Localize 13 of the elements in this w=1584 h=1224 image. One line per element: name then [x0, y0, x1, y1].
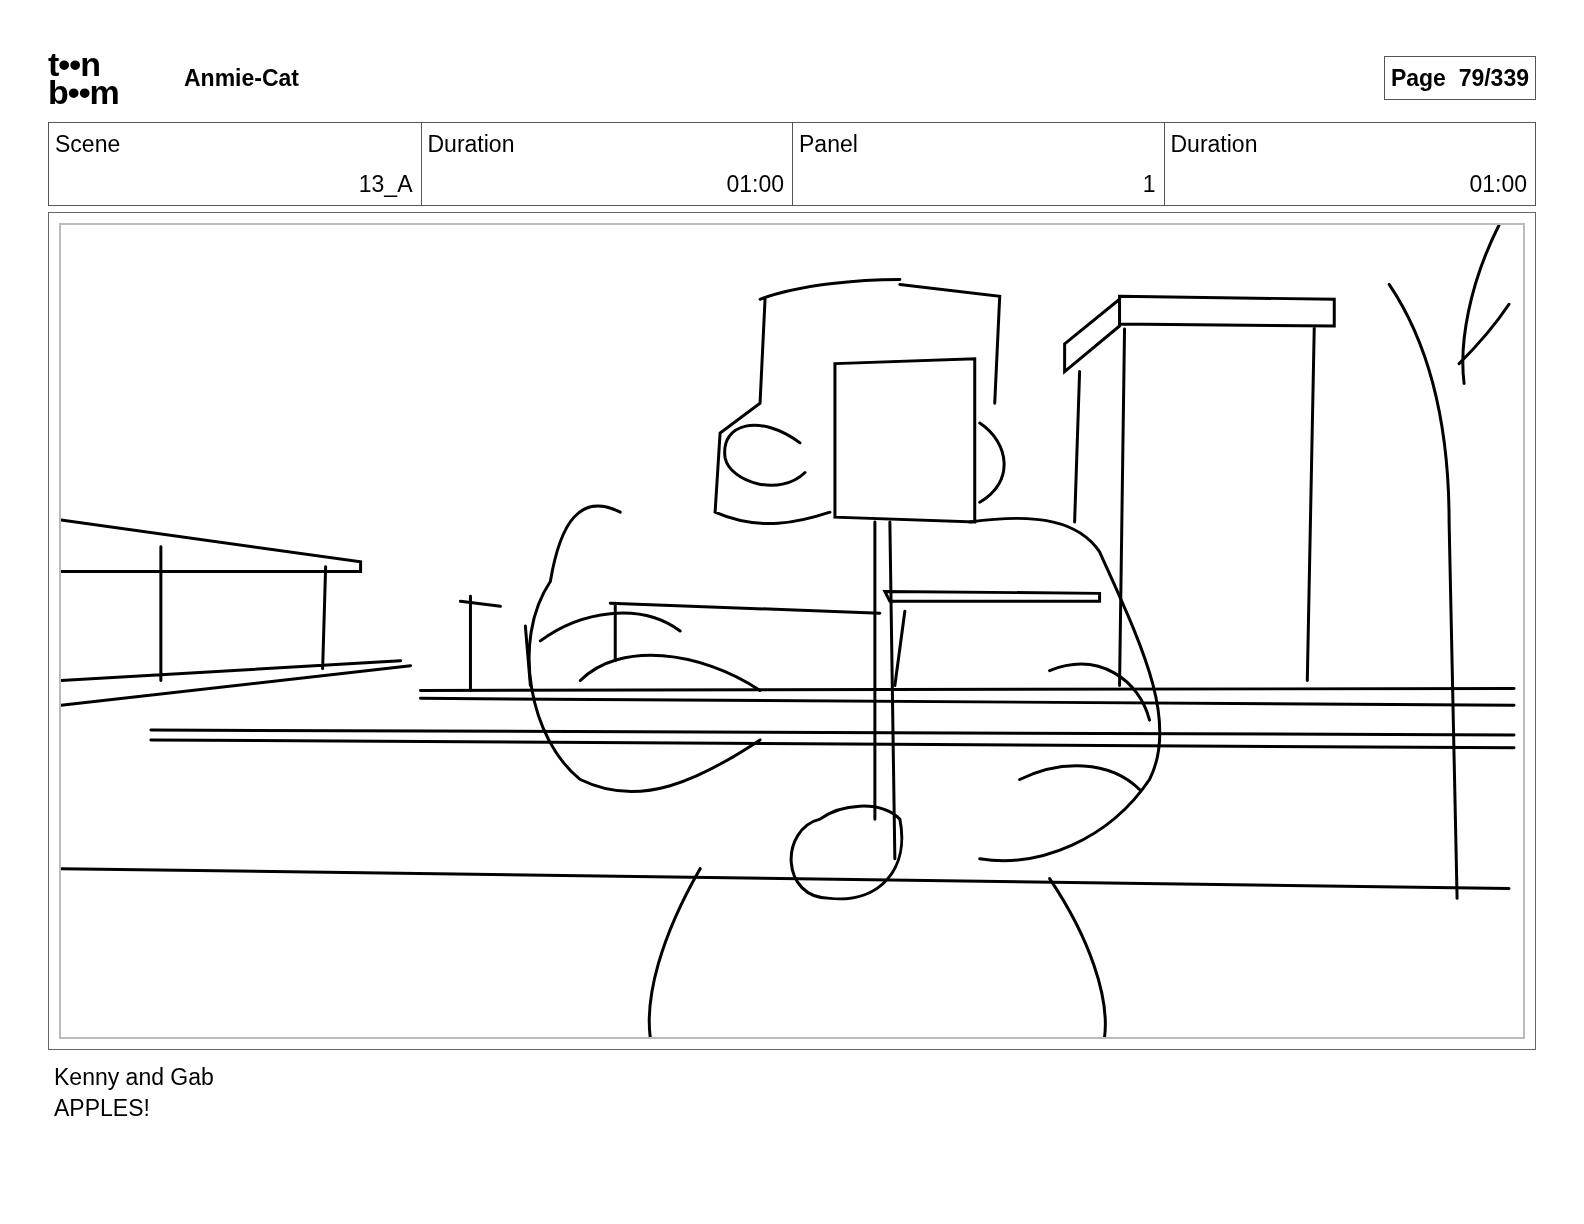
- page-number: Page 79/339: [1383, 55, 1536, 101]
- caption-line: Kenny and Gab: [54, 1064, 214, 1090]
- table-cell-text: 01:00: [726, 169, 784, 199]
- table-cell-text: 1: [1142, 169, 1156, 199]
- column-header: Scene: [55, 130, 121, 159]
- caption-line: APPLES!: [54, 1095, 150, 1121]
- logo: t••n b••m: [48, 50, 120, 106]
- column-header: Panel: [799, 130, 858, 159]
- table-cell-text: 01:00: [1469, 169, 1527, 199]
- column-header: Duration: [427, 130, 515, 159]
- table-cell-text: 13_A: [358, 169, 413, 199]
- column-header: Duration: [1170, 130, 1258, 159]
- project-title: Anmie-Cat: [184, 63, 299, 93]
